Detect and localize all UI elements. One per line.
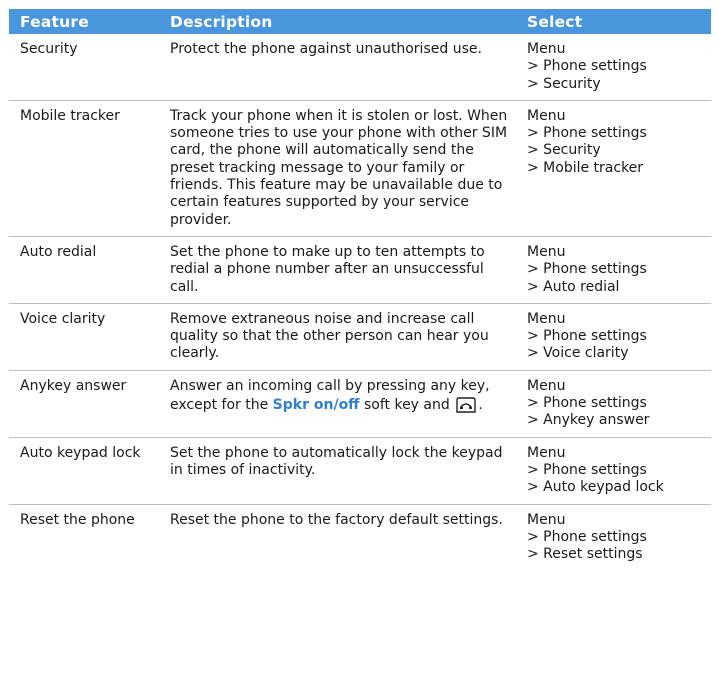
- menu-path-cell: Menu > Phone settings > Reset settings: [516, 504, 711, 570]
- menu-path-step: > Auto keypad lock: [527, 479, 664, 496]
- menu-path-step: > Phone settings: [527, 261, 647, 278]
- soft-key-label: Spkr on/off: [272, 397, 360, 414]
- table-row: Auto redial Set the phone to make up to …: [9, 236, 711, 304]
- menu-path-step: Menu: [527, 243, 566, 260]
- menu-path-step: Menu: [527, 377, 566, 394]
- feature-cell: Anykey answer: [9, 370, 159, 438]
- menu-path-step: > Mobile tracker: [527, 159, 644, 176]
- menu-path-step: > Anykey answer: [527, 412, 650, 429]
- menu-path-step: Menu: [527, 511, 566, 528]
- menu-path-cell: Menu > Phone settings > Security > Mobil…: [516, 100, 711, 237]
- menu-path-step: > Phone settings: [527, 58, 647, 75]
- menu-path-cell: Menu > Phone settings > Auto redial: [516, 236, 711, 304]
- menu-path-step: Menu: [527, 310, 566, 327]
- menu-path-step: > Phone settings: [527, 328, 647, 345]
- table-row: Reset the phone Reset the phone to the f…: [9, 504, 711, 570]
- menu-path-step: Menu: [527, 107, 566, 124]
- table-header-row: Feature Description Select: [9, 9, 711, 34]
- menu-path-step: > Phone settings: [527, 528, 647, 545]
- feature-cell: Mobile tracker: [9, 100, 159, 237]
- feature-cell: Auto keypad lock: [9, 437, 159, 505]
- description-cell: Protect the phone against unauthorised u…: [159, 34, 516, 101]
- feature-cell: Auto redial: [9, 236, 159, 304]
- menu-path-cell: Menu > Phone settings > Anykey answer: [516, 370, 711, 438]
- menu-path-cell: Menu > Phone settings > Security: [516, 34, 711, 101]
- description-cell: Set the phone to make up to ten attempts…: [159, 236, 516, 304]
- menu-path-step: Menu: [527, 444, 566, 461]
- description-cell: Reset the phone to the factory default s…: [170, 511, 503, 528]
- menu-path-step: > Phone settings: [527, 125, 647, 142]
- feature-cell: Voice clarity: [9, 303, 159, 371]
- menu-path-step: > Reset settings: [527, 546, 643, 563]
- menu-path-step: > Phone settings: [527, 461, 647, 478]
- feature-cell: Reset the phone: [20, 511, 135, 528]
- description-text: soft key and: [359, 397, 455, 414]
- header-description: Description: [159, 9, 516, 34]
- table-row: Mobile tracker Track your phone when it …: [9, 100, 711, 237]
- header-select: Select: [516, 9, 711, 34]
- description-cell: Track your phone when it is stolen or lo…: [159, 100, 516, 237]
- feature-cell: Security: [9, 34, 159, 101]
- menu-path-step: > Security: [527, 75, 601, 92]
- menu-path-step: > Voice clarity: [527, 345, 629, 362]
- menu-path-step: > Auto redial: [527, 278, 620, 295]
- menu-path-step: > Security: [527, 142, 601, 159]
- phone-settings-table: Feature Description Select Security Prot…: [9, 9, 711, 570]
- table-row: Voice clarity Remove extraneous noise an…: [9, 303, 711, 371]
- end-call-key-icon: [455, 395, 477, 415]
- menu-path-step: > Phone settings: [527, 395, 647, 412]
- menu-path-cell: Menu > Phone settings > Auto keypad lock: [516, 437, 711, 505]
- menu-path-step: Menu: [527, 41, 566, 57]
- menu-path-cell: Menu > Phone settings > Voice clarity: [516, 303, 711, 371]
- header-feature: Feature: [9, 9, 159, 34]
- table-row: Auto keypad lock Set the phone to automa…: [9, 437, 711, 505]
- table-row: Anykey answer Answer an incoming call by…: [9, 370, 711, 438]
- table-row: Security Protect the phone against unaut…: [9, 34, 711, 101]
- description-cell: Remove extraneous noise and increase cal…: [159, 303, 516, 371]
- description-cell: Answer an incoming call by pressing any …: [159, 370, 516, 438]
- description-cell: Set the phone to automatically lock the …: [159, 437, 516, 505]
- description-text: .: [478, 397, 483, 414]
